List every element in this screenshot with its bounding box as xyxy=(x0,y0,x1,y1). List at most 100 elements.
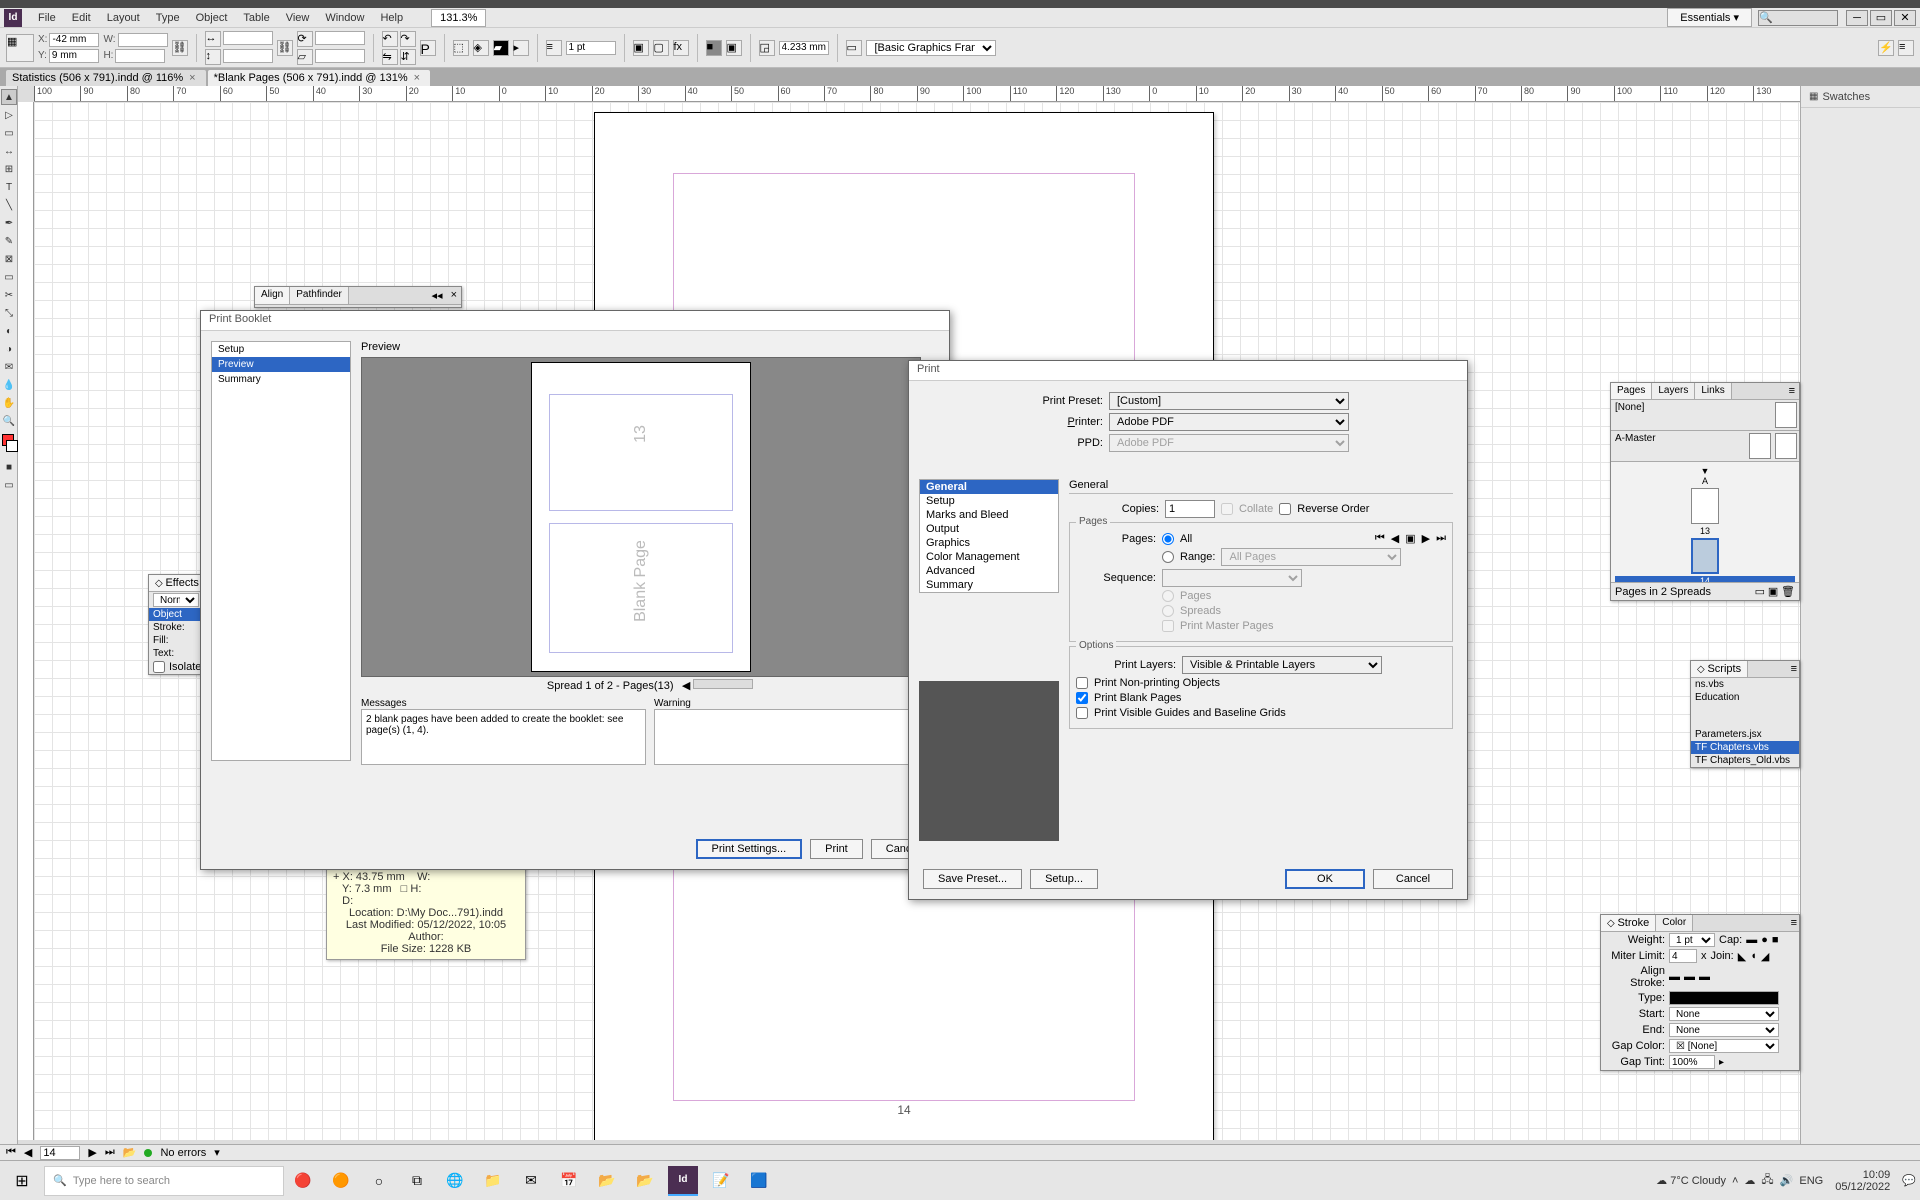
print-button[interactable]: Print xyxy=(810,839,863,859)
tab-blank-pages[interactable]: *Blank Pages (506 x 791).indd @ 131%× xyxy=(208,70,430,86)
join-round-icon[interactable]: ◖ xyxy=(1750,950,1757,962)
printer-select[interactable]: Adobe PDF xyxy=(1109,413,1349,431)
scale-y-icon[interactable]: ↕ xyxy=(205,49,221,65)
rotate-cw-icon[interactable]: ↷ xyxy=(400,31,416,47)
page-thumb-13[interactable] xyxy=(1691,488,1719,524)
gap-color-select[interactable]: ☒ [None] xyxy=(1669,1039,1779,1053)
align-outside-icon[interactable]: ▬ xyxy=(1699,971,1710,983)
notifications-icon[interactable]: 💬 xyxy=(1902,1174,1916,1187)
clock[interactable]: 10:0905/12/2022 xyxy=(1829,1169,1896,1193)
menu-icon[interactable]: ≡ xyxy=(1898,40,1914,56)
start-button[interactable]: ⊞ xyxy=(4,1163,40,1199)
cat-output[interactable]: Output xyxy=(920,522,1058,536)
constrain-scale-icon[interactable]: ⛓ xyxy=(277,40,293,56)
stroke-type-select[interactable] xyxy=(1669,991,1779,1005)
menu-file[interactable]: File xyxy=(30,10,64,26)
edge-icon[interactable]: 🌐 xyxy=(440,1166,470,1196)
effects-row-fill[interactable]: Fill: xyxy=(149,634,207,647)
prev-spread-icon[interactable]: ◀ xyxy=(682,680,690,692)
master-a[interactable]: A-Master xyxy=(1611,431,1747,461)
nav-last-icon[interactable]: ⏭ xyxy=(1436,532,1446,545)
stroke-weight[interactable] xyxy=(566,41,616,55)
note-tool[interactable]: ✉ xyxy=(1,359,17,375)
effects-row-object[interactable]: Object xyxy=(149,608,207,621)
panel-menu-icon[interactable]: ≡ xyxy=(1785,383,1799,399)
delete-page-icon[interactable]: 🗑 xyxy=(1781,585,1795,598)
menu-type[interactable]: Type xyxy=(148,10,188,26)
tab-color[interactable]: Color xyxy=(1656,915,1693,931)
menu-edit[interactable]: Edit xyxy=(64,10,99,26)
corner-icon[interactable]: ◲ xyxy=(759,40,775,56)
menu-table[interactable]: Table xyxy=(235,10,277,26)
selection-tool[interactable]: ▲ xyxy=(1,89,17,105)
tab-stroke[interactable]: ◇ Stroke xyxy=(1601,915,1656,931)
rotate-field[interactable] xyxy=(315,31,365,45)
script-item[interactable]: Parameters.jsx xyxy=(1691,728,1799,741)
scale-x[interactable] xyxy=(223,31,273,45)
menu-layout[interactable]: Layout xyxy=(99,10,148,26)
cortana-icon[interactable]: ○ xyxy=(364,1166,394,1196)
stroke-panel[interactable]: ◇ Stroke Color ≡ Weight:1 pt Cap: ▬●■ Mi… xyxy=(1600,914,1800,1071)
gradient-swatch-tool[interactable]: ◐ xyxy=(1,323,17,339)
script-item[interactable]: TF Chapters_Old.vbs xyxy=(1691,754,1799,767)
prev-page-icon[interactable]: ◀ xyxy=(24,1146,32,1159)
save-preset-button[interactable]: Save Preset... xyxy=(923,869,1022,889)
language-indicator[interactable]: ENG xyxy=(1799,1175,1823,1187)
volume-icon[interactable]: 🔊 xyxy=(1780,1174,1794,1187)
collapse-icon[interactable]: ◂◂ xyxy=(428,287,447,304)
scale-x-icon[interactable]: ↔ xyxy=(205,31,221,47)
y-field[interactable] xyxy=(49,49,99,63)
setup-button[interactable]: Setup... xyxy=(1030,869,1098,889)
tab-links[interactable]: Links xyxy=(1695,383,1731,399)
tab-pathfinder[interactable]: Pathfinder xyxy=(290,287,349,304)
pencil-tool[interactable]: ✎ xyxy=(1,233,17,249)
miter-limit[interactable] xyxy=(1669,949,1697,963)
app-icon[interactable]: 🟦 xyxy=(744,1166,774,1196)
cap-square-icon[interactable]: ■ xyxy=(1772,934,1779,946)
next-page-icon[interactable]: ▶ xyxy=(88,1146,96,1159)
align-center-icon[interactable]: ▬ xyxy=(1669,971,1680,983)
close-icon[interactable]: × xyxy=(414,72,420,84)
type-tool[interactable]: T xyxy=(1,179,17,195)
preflight-status-icon[interactable] xyxy=(144,1149,152,1157)
cap-butt-icon[interactable]: ▬ xyxy=(1746,934,1757,946)
copies-input[interactable] xyxy=(1165,500,1215,518)
effects-row-stroke[interactable]: Stroke: xyxy=(149,621,207,634)
print-layers-select[interactable]: Visible & Printable Layers xyxy=(1182,656,1382,674)
pages-all-radio[interactable] xyxy=(1162,533,1174,545)
tab-pages[interactable]: Pages xyxy=(1611,383,1652,399)
folder-icon[interactable]: 📂 xyxy=(592,1166,622,1196)
effects-row-text[interactable]: Text: xyxy=(149,647,207,660)
master-none[interactable]: [None] xyxy=(1611,400,1773,430)
spread-scrollbar[interactable] xyxy=(693,679,753,689)
master-a-thumb-l[interactable] xyxy=(1749,433,1771,459)
constrain-icon[interactable]: ⛓ xyxy=(172,40,188,56)
cap-round-icon[interactable]: ● xyxy=(1761,934,1768,946)
panel-menu-icon[interactable]: ≡ xyxy=(1789,915,1799,931)
zoom-tool[interactable]: 🔍 xyxy=(1,413,17,429)
tb-app-1[interactable]: 🔴 xyxy=(288,1166,318,1196)
cancel-button[interactable]: Cancel xyxy=(1373,869,1453,889)
nav-prev-icon[interactable]: ◀ xyxy=(1391,532,1399,545)
cat-color[interactable]: Color Management xyxy=(920,550,1058,564)
line-tool[interactable]: ╲ xyxy=(1,197,17,213)
open-icon[interactable]: 📂 xyxy=(123,1146,137,1159)
window-minimize[interactable]: ─ xyxy=(1846,10,1868,26)
script-item[interactable]: ns.vbs xyxy=(1691,678,1799,691)
apply-color-icon[interactable]: ■ xyxy=(1,459,17,475)
join-miter-icon[interactable]: ◣ xyxy=(1738,950,1746,963)
window-restore[interactable]: ▭ xyxy=(1870,10,1892,26)
screen-mode-tool[interactable]: ▭ xyxy=(1,477,17,493)
flip-v-icon[interactable]: ⇵ xyxy=(400,49,416,65)
scale-y[interactable] xyxy=(223,49,273,63)
fill-stroke-swatches[interactable] xyxy=(0,434,17,458)
gap-tool[interactable]: ↔ xyxy=(1,143,17,159)
fill-swatch[interactable]: ▰ xyxy=(493,40,509,56)
fit-content-icon[interactable]: ▣ xyxy=(633,40,649,56)
nav-current-icon[interactable]: ▣ xyxy=(1405,532,1415,545)
fit-frame-icon[interactable]: ▢ xyxy=(653,40,669,56)
print-settings-button[interactable]: Print Settings... xyxy=(696,839,803,859)
reverse-checkbox[interactable] xyxy=(1279,503,1291,515)
corner-size[interactable] xyxy=(779,41,829,55)
booklet-cat-setup[interactable]: Setup xyxy=(212,342,350,357)
